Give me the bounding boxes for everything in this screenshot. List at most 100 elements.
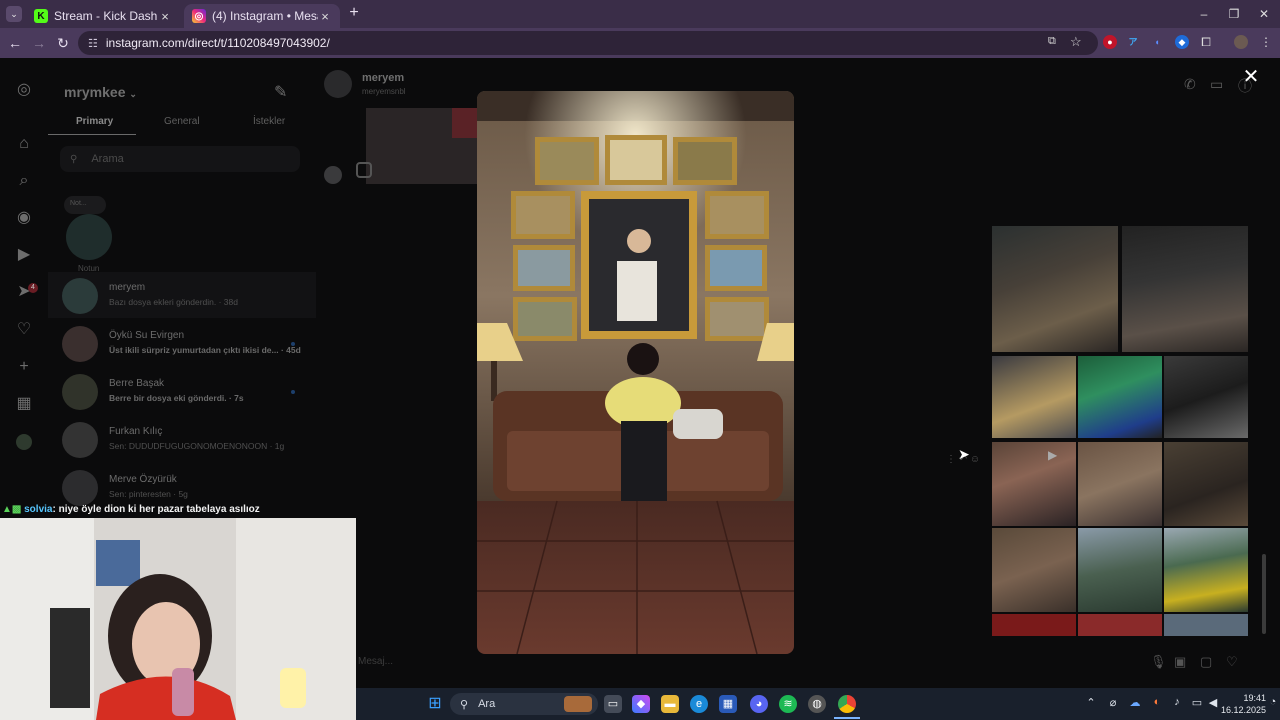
dashboard-icon[interactable]: ▦ bbox=[14, 394, 34, 414]
avatar bbox=[62, 374, 98, 410]
media-gallery: ▶ bbox=[992, 226, 1248, 636]
gallery-thumb-red-2[interactable] bbox=[1078, 614, 1162, 636]
message-input[interactable]: Mesaj... bbox=[358, 656, 393, 667]
tray-chevron-icon[interactable]: ⌃ bbox=[1084, 696, 1098, 709]
extensions-puzzle-icon[interactable]: ⧠ bbox=[1199, 35, 1213, 49]
thread-item[interactable]: Öykü Su Evirgen Üst ikili sürpriz yumurt… bbox=[48, 320, 316, 366]
gallery-thumb-selfie-video[interactable]: ▶ bbox=[992, 442, 1076, 526]
tray-app-icon[interactable]: ◐ bbox=[1150, 696, 1164, 708]
install-app-icon[interactable]: ⧉ bbox=[1048, 35, 1056, 48]
discord-icon[interactable]: ◕ bbox=[750, 695, 768, 713]
gallery-thumb-shop[interactable] bbox=[1078, 442, 1162, 526]
profile-avatar[interactable] bbox=[1234, 35, 1248, 49]
profile-icon[interactable] bbox=[16, 434, 32, 450]
forward-icon[interactable]: → bbox=[30, 34, 48, 52]
sticker-icon[interactable]: ▢ bbox=[1200, 654, 1212, 670]
thread-preview: Sen: pinteresten · 5g bbox=[109, 489, 188, 499]
store-icon[interactable]: ▦ bbox=[719, 695, 737, 713]
tab-title: Stream - Kick Dashboard bbox=[54, 9, 158, 23]
thread-item[interactable]: meryem Bazı dosya ekleri gönderdin. · 38… bbox=[48, 272, 316, 318]
compose-icon[interactable]: ✎ bbox=[274, 82, 287, 102]
heart-icon[interactable]: ♡ bbox=[14, 320, 34, 340]
new-tab-icon[interactable]: + bbox=[346, 5, 362, 21]
reload-icon[interactable]: ↻ bbox=[54, 34, 72, 52]
avatar bbox=[62, 326, 98, 362]
thread-item[interactable]: Berre Başak Berre bir dosya eki gönderdi… bbox=[48, 368, 316, 414]
spotify-icon[interactable]: ≋ bbox=[779, 695, 797, 713]
like-icon[interactable]: ♡ bbox=[1226, 654, 1238, 670]
close-tab-icon[interactable]: × bbox=[158, 9, 172, 24]
account-username[interactable]: mrymkee ⌄ bbox=[64, 84, 137, 100]
search-icon[interactable]: ⌕ bbox=[14, 171, 34, 191]
extension-audio-icon[interactable]: ◖ bbox=[1150, 35, 1164, 49]
browser-tab-strip: ⌄ K Stream - Kick Dashboard × ◎ (4) Inst… bbox=[0, 0, 1280, 28]
site-info-icon[interactable]: ☷ bbox=[88, 37, 98, 50]
close-viewer-icon[interactable]: ✕ bbox=[1240, 66, 1262, 88]
chrome-icon[interactable] bbox=[838, 695, 856, 713]
bookmark-star-icon[interactable]: ☆ bbox=[1070, 34, 1082, 50]
tray-network-off-icon[interactable]: ⌀ bbox=[1106, 696, 1120, 709]
reels-icon[interactable]: ▶ bbox=[14, 245, 34, 265]
tray-display-icon[interactable]: ▭ bbox=[1190, 696, 1204, 709]
thread-name: Merve Özyürük bbox=[109, 474, 177, 485]
instagram-logo-icon[interactable]: ◎ bbox=[14, 80, 34, 100]
file-explorer-icon[interactable]: ▬ bbox=[661, 695, 679, 713]
gallery-thumb-wall-art[interactable] bbox=[992, 528, 1076, 612]
address-bar[interactable]: ☷ instagram.com/direct/t/110208497043902… bbox=[78, 31, 1098, 55]
gallery-thumb-figurines[interactable] bbox=[992, 356, 1076, 438]
kick-icon: K bbox=[34, 9, 48, 23]
microphone-icon[interactable]: 🎙 bbox=[1150, 654, 1167, 670]
close-window-icon[interactable]: ✕ bbox=[1256, 6, 1272, 22]
taskbar-search-input[interactable]: ⚲ Ara bbox=[450, 693, 598, 715]
gallery-thumb-blue[interactable] bbox=[1164, 614, 1248, 636]
extension-red-icon[interactable]: ● bbox=[1103, 35, 1117, 49]
gallery-thumb-yellow-car[interactable] bbox=[1164, 528, 1248, 612]
windows-start-icon[interactable]: ⊞ bbox=[426, 695, 444, 713]
image-icon[interactable]: ▣ bbox=[1174, 654, 1186, 670]
edge-icon[interactable]: e bbox=[690, 695, 708, 713]
extension-shield-icon[interactable]: ◆ bbox=[1175, 35, 1189, 49]
mouse-cursor-icon: ➤ bbox=[958, 446, 970, 462]
note-avatar[interactable] bbox=[66, 214, 112, 260]
home-icon[interactable]: ⌂ bbox=[14, 134, 34, 154]
reel-icon[interactable] bbox=[356, 162, 372, 178]
gallery-thumb-restaurant[interactable] bbox=[992, 226, 1118, 352]
scrollbar-thumb[interactable] bbox=[1262, 554, 1266, 634]
extension-translate-icon[interactable]: ア bbox=[1126, 35, 1140, 49]
thread-item[interactable]: Furkan Kılıç Sen: DUDUDFUGUGONOMOENONOON… bbox=[48, 416, 316, 462]
menu-kebab-icon[interactable]: ⋮ bbox=[1259, 35, 1273, 49]
copilot-icon[interactable]: ◆ bbox=[632, 695, 650, 713]
tray-mic-icon[interactable]: ♪ bbox=[1170, 696, 1184, 708]
chat-avatar[interactable] bbox=[324, 70, 352, 98]
note-bubble[interactable]: Not... bbox=[64, 196, 106, 214]
scrollbar[interactable] bbox=[1258, 114, 1270, 690]
restore-icon[interactable]: ❐ bbox=[1226, 6, 1242, 22]
chat-name[interactable]: meryem bbox=[362, 72, 404, 84]
tab-requests[interactable]: İstekler bbox=[253, 116, 285, 127]
obs-icon[interactable]: ◍ bbox=[808, 695, 826, 713]
video-call-icon[interactable]: ▭ bbox=[1210, 76, 1223, 93]
explore-icon[interactable]: ◉ bbox=[14, 208, 34, 228]
tray-cloud-icon[interactable]: ☁ bbox=[1128, 696, 1142, 709]
close-tab-icon[interactable]: × bbox=[318, 9, 332, 24]
webcam-overlay bbox=[0, 518, 356, 720]
tab-search-icon[interactable]: ⌄ bbox=[6, 6, 22, 22]
search-input[interactable]: ⚲ Arama bbox=[60, 146, 300, 172]
gallery-thumb-snow[interactable] bbox=[1078, 528, 1162, 612]
create-icon[interactable]: + bbox=[14, 357, 34, 377]
task-view-icon[interactable]: ▭ bbox=[604, 695, 622, 713]
gallery-thumb-red[interactable] bbox=[992, 614, 1076, 636]
notification-bell-icon[interactable]: ◔ bbox=[1266, 696, 1280, 708]
phone-icon[interactable]: ✆ bbox=[1184, 76, 1196, 93]
tab-kick-dashboard[interactable]: K Stream - Kick Dashboard × bbox=[26, 4, 180, 28]
gallery-thumb-room[interactable] bbox=[1164, 442, 1248, 526]
back-icon[interactable]: ← bbox=[6, 34, 24, 52]
tab-general[interactable]: General bbox=[164, 116, 200, 127]
gallery-thumb-door[interactable] bbox=[1164, 356, 1248, 438]
taskbar-clock[interactable]: 19:41 16.12.2025 bbox=[1218, 692, 1266, 716]
minimize-icon[interactable]: – bbox=[1196, 6, 1212, 22]
tab-primary[interactable]: Primary bbox=[76, 116, 113, 127]
gallery-thumb-cafe[interactable] bbox=[1122, 226, 1248, 352]
gallery-thumb-green[interactable] bbox=[1078, 356, 1162, 438]
tab-instagram-messages[interactable]: ◎ (4) Instagram • Mesajlar × bbox=[184, 4, 340, 28]
